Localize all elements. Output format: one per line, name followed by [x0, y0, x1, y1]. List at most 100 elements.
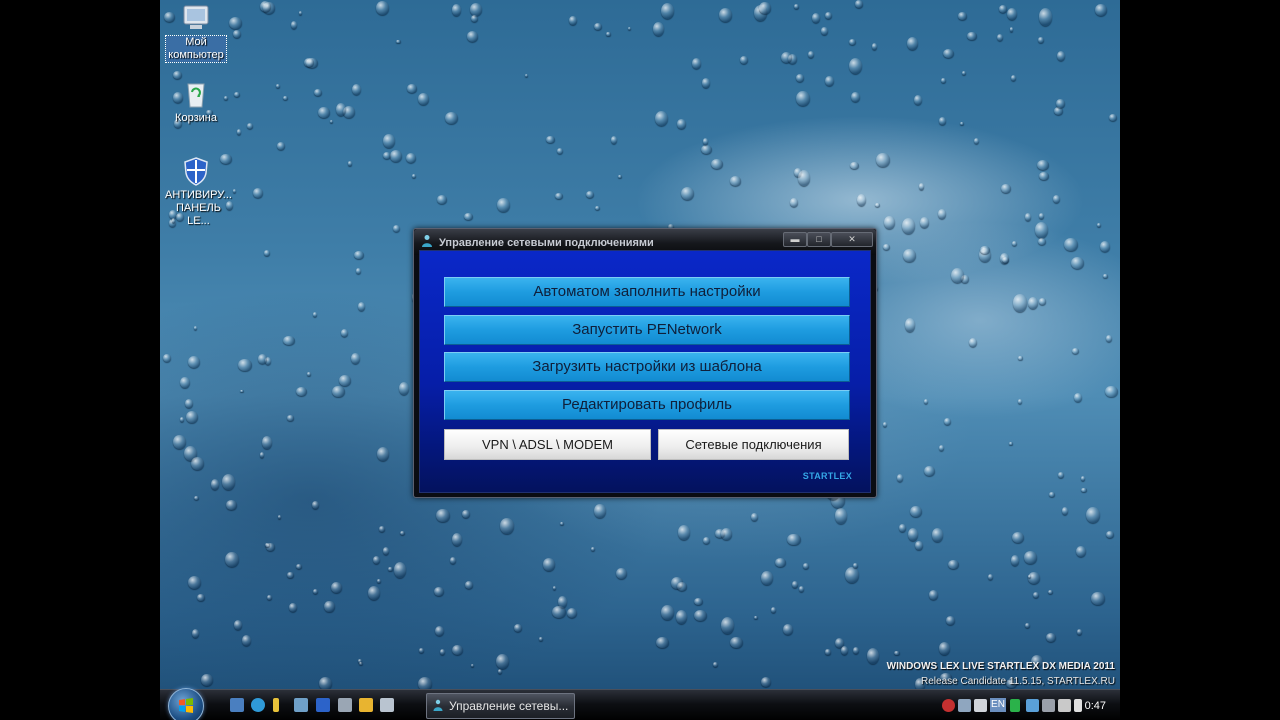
- vpn-adsl-modem-button[interactable]: VPN \ ADSL \ MODEM: [444, 429, 651, 460]
- auto-fill-settings-button[interactable]: Автоматом заполнить настройки: [444, 277, 850, 307]
- raindrop: [627, 27, 631, 31]
- tray-battery-icon[interactable]: [1010, 699, 1020, 712]
- raindrop: [901, 218, 916, 234]
- raindrop: [452, 644, 464, 656]
- raindrop: [1056, 51, 1065, 62]
- raindrop: [937, 209, 946, 219]
- quicklaunch-folder-icon[interactable]: [359, 698, 373, 712]
- raindrop: [382, 547, 390, 556]
- desktop-icon-recycle-bin[interactable]: Корзина: [163, 78, 229, 125]
- raindrop: [194, 496, 200, 501]
- raindrop: [229, 16, 243, 30]
- raindrop: [719, 8, 733, 22]
- raindrop: [771, 607, 777, 614]
- raindrop: [848, 38, 856, 46]
- raindrop: [304, 57, 315, 68]
- raindrop: [945, 616, 956, 626]
- raindrop: [1052, 195, 1060, 204]
- maximize-button[interactable]: □: [807, 232, 831, 247]
- desktop-icon-my-computer[interactable]: Мой компьютер: [163, 2, 229, 63]
- tray-volume-icon[interactable]: [1074, 699, 1082, 712]
- network-connections-window: Управление сетевыми подключениями ▬ □ ✕ …: [413, 228, 877, 498]
- minimize-button[interactable]: ▬: [783, 232, 807, 247]
- raindrop: [759, 2, 772, 14]
- load-template-button[interactable]: Загрузить настройки из шаблона: [444, 352, 850, 382]
- raindrop: [595, 206, 601, 211]
- raindrop: [928, 590, 939, 601]
- raindrop: [825, 649, 831, 655]
- raindrop: [539, 637, 543, 641]
- raindrop: [298, 11, 303, 16]
- tray-monitor-icon[interactable]: [958, 699, 971, 712]
- raindrop: [379, 526, 385, 532]
- raindrop: [552, 605, 566, 618]
- raindrop: [382, 151, 391, 160]
- raindrop: [173, 435, 187, 450]
- tray-network-icon[interactable]: [1026, 699, 1039, 712]
- tray-keyboard-icon[interactable]: [974, 699, 987, 712]
- raindrop: [556, 148, 564, 155]
- raindrop: [263, 250, 270, 256]
- raindrop: [605, 31, 611, 37]
- taskbar-window-button[interactable]: Управление сетевы...: [426, 693, 575, 719]
- raindrop: [469, 2, 483, 16]
- raindrop: [852, 646, 860, 655]
- tray-tool-icon[interactable]: [1058, 699, 1071, 712]
- raindrop: [780, 52, 793, 64]
- quicklaunch-printer-icon[interactable]: [380, 698, 394, 712]
- raindrop: [559, 521, 564, 526]
- network-connections-button[interactable]: Сетевые подключения: [658, 429, 849, 460]
- raindrop: [394, 561, 407, 578]
- raindrop: [405, 152, 416, 163]
- raindrop: [226, 500, 237, 511]
- raindrop: [545, 135, 555, 144]
- raindrop: [1011, 531, 1024, 543]
- tray-usb-icon[interactable]: [1042, 699, 1055, 712]
- raindrop: [875, 202, 881, 207]
- quicklaunch-refresh-icon[interactable]: [251, 698, 265, 712]
- quicklaunch-computer-icon[interactable]: [338, 698, 352, 712]
- raindrop: [675, 609, 688, 625]
- raindrop: [787, 53, 797, 65]
- quicklaunch-network-icon[interactable]: [294, 698, 308, 712]
- raindrop: [1103, 274, 1108, 279]
- quicklaunch-pencil-icon[interactable]: [273, 698, 279, 712]
- raindrop: [407, 84, 418, 94]
- language-indicator[interactable]: EN: [990, 698, 1006, 712]
- quicklaunch-shield-icon[interactable]: [316, 698, 330, 712]
- raindrop: [835, 508, 848, 524]
- raindrop: [909, 506, 922, 518]
- start-button[interactable]: [168, 688, 204, 720]
- raindrop: [567, 607, 577, 618]
- raindrop: [283, 335, 295, 346]
- raindrop: [332, 385, 345, 397]
- clock[interactable]: 0:47: [1085, 700, 1106, 712]
- raindrop: [782, 624, 794, 636]
- quicklaunch-ie-icon[interactable]: [230, 698, 244, 712]
- raindrop: [367, 585, 381, 600]
- window-content: Автоматом заполнить настройки Запустить …: [419, 250, 871, 493]
- raindrop: [1096, 223, 1101, 228]
- raindrop: [918, 183, 925, 190]
- raindrop: [495, 653, 509, 670]
- raindrop: [896, 474, 904, 483]
- edit-profile-button[interactable]: Редактировать профиль: [444, 390, 850, 420]
- raindrop: [1018, 399, 1023, 404]
- raindrop: [237, 358, 252, 371]
- raindrop: [694, 609, 708, 621]
- raindrop: [973, 137, 979, 144]
- raindrop: [729, 176, 741, 186]
- desktop-icon-antivirus[interactable]: АНТИВИРУ... ПАНЕЛЬ LE...: [163, 155, 232, 228]
- raindrop: [411, 174, 416, 179]
- run-penetwork-button[interactable]: Запустить PENetwork: [444, 315, 850, 345]
- raindrop: [221, 474, 236, 490]
- raindrop: [931, 528, 943, 542]
- close-button[interactable]: ✕: [831, 232, 873, 247]
- raindrop: [190, 456, 204, 470]
- raindrop: [283, 95, 289, 100]
- raindrop: [958, 12, 968, 20]
- raindrop: [904, 317, 916, 332]
- raindrop: [1058, 472, 1064, 479]
- tray-antivirus-icon[interactable]: [942, 699, 955, 712]
- raindrop: [661, 604, 674, 620]
